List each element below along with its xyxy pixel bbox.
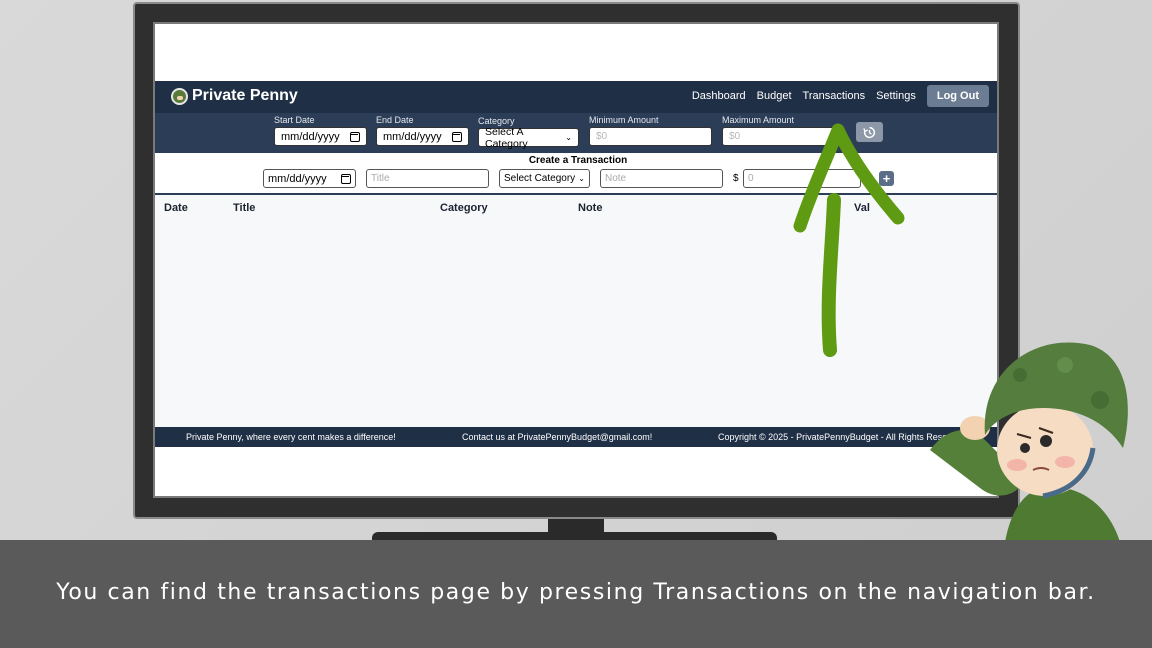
end-date-value: mm/dd/yyyy: [383, 130, 442, 143]
category-select-value: Select A Category: [485, 125, 528, 150]
caption-text: You can find the transactions page by pr…: [56, 580, 1096, 605]
footer: Private Penny, where every cent makes a …: [155, 427, 997, 447]
end-date-label: End Date: [376, 115, 414, 125]
create-title-input[interactable]: Title: [366, 169, 489, 188]
nav-links: Dashboard Budget Transactions Settings L…: [692, 85, 989, 107]
brand-logo-icon: [171, 87, 188, 105]
create-category-select[interactable]: Select Category ⌄: [499, 169, 590, 188]
create-date-value: mm/dd/yyyy: [268, 172, 327, 185]
max-amount-input[interactable]: $0: [722, 127, 837, 146]
start-date-filter: Start Date mm/dd/yyyy: [274, 115, 367, 146]
currency-symbol: $: [733, 173, 739, 184]
header-note: Note: [578, 202, 603, 214]
nav-settings[interactable]: Settings: [876, 90, 916, 102]
max-amount-filter: Maximum Amount $0: [722, 115, 837, 146]
monitor-screen: Private Penny Dashboard Budget Transacti…: [153, 22, 999, 498]
filter-bar: Start Date mm/dd/yyyy End Date mm/dd/yyy…: [155, 113, 997, 153]
app-window: Private Penny Dashboard Budget Transacti…: [155, 81, 997, 447]
brand-name: Private Penny: [192, 87, 298, 104]
min-amount-filter: Minimum Amount $0: [589, 115, 712, 146]
create-date-input[interactable]: mm/dd/yyyy: [263, 169, 356, 188]
min-amount-placeholder: $0: [596, 131, 608, 142]
nav-budget[interactable]: Budget: [757, 90, 792, 102]
create-note-placeholder: Note: [605, 173, 627, 184]
nav-dashboard[interactable]: Dashboard: [692, 90, 746, 102]
create-transaction-title: Create a Transaction: [528, 155, 628, 166]
calendar-icon[interactable]: [452, 131, 462, 142]
create-amount-input[interactable]: 0: [743, 169, 861, 188]
end-date-filter: End Date mm/dd/yyyy: [376, 115, 469, 146]
create-title-placeholder: Title: [371, 173, 390, 184]
calendar-icon[interactable]: [350, 131, 360, 142]
add-transaction-button[interactable]: +: [879, 171, 894, 186]
category-filter: Category Select A Category ⌄: [478, 116, 579, 150]
nav-transactions[interactable]: Transactions: [803, 90, 866, 102]
max-amount-label: Maximum Amount: [722, 115, 795, 125]
history-icon: [863, 126, 876, 138]
logout-button[interactable]: Log Out: [926, 85, 989, 107]
min-amount-input[interactable]: $0: [589, 127, 712, 146]
caption-bar: You can find the transactions page by pr…: [0, 540, 1152, 648]
history-button[interactable]: [856, 122, 883, 142]
create-amount-placeholder: 0: [748, 173, 754, 184]
header-title: Title: [233, 202, 256, 214]
footer-copyright: Copyright © 2025 - PrivatePennyBudget - …: [718, 432, 960, 442]
min-amount-label: Minimum Amount: [589, 115, 659, 125]
brand[interactable]: Private Penny: [171, 87, 298, 105]
calendar-icon[interactable]: [341, 173, 351, 184]
category-label: Category: [478, 116, 515, 126]
start-date-label: Start Date: [274, 115, 315, 125]
create-note-input[interactable]: Note: [600, 169, 723, 188]
create-transaction-panel: Create a Transaction mm/dd/yyyy Title Se…: [155, 153, 997, 195]
footer-tagline: Private Penny, where every cent makes a …: [186, 432, 396, 442]
max-amount-placeholder: $0: [729, 131, 741, 142]
chevron-down-icon: ⌄: [565, 133, 572, 142]
chevron-down-icon: ⌄: [578, 174, 585, 183]
category-select[interactable]: Select A Category ⌄: [478, 125, 579, 150]
navbar: Private Penny Dashboard Budget Transacti…: [155, 81, 997, 113]
start-date-value: mm/dd/yyyy: [281, 130, 340, 143]
soldier-mascot-illustration: [930, 342, 1128, 542]
end-date-input[interactable]: mm/dd/yyyy: [376, 127, 469, 146]
header-category: Category: [440, 202, 488, 214]
footer-contact: Contact us at PrivatePennyBudget@gmail.c…: [462, 432, 653, 442]
start-date-input[interactable]: mm/dd/yyyy: [274, 127, 367, 146]
create-category-value: Select Category: [504, 173, 576, 184]
header-date: Date: [164, 202, 188, 214]
plus-icon: +: [882, 171, 891, 186]
header-value: Val: [854, 202, 870, 214]
